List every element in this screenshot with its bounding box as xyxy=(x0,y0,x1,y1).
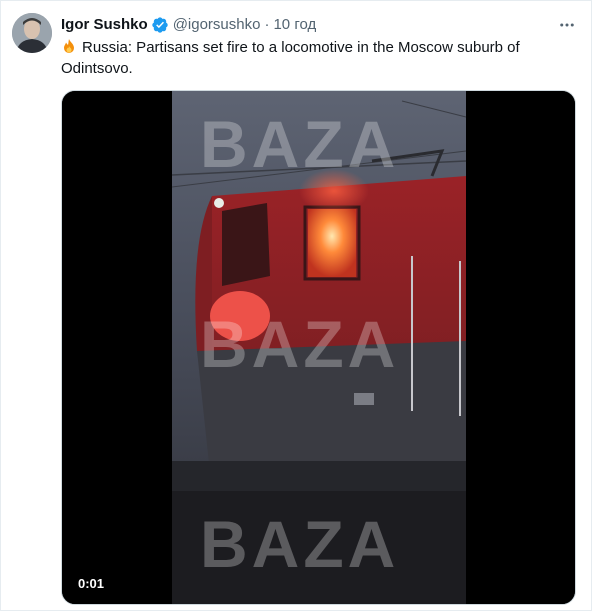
fire-emoji-icon xyxy=(61,38,77,54)
watermark-middle: BAZA xyxy=(200,307,400,381)
author-handle[interactable]: @igorsushko xyxy=(173,15,261,35)
tweet-text: Russia: Partisans set fire to a locomoti… xyxy=(61,37,571,79)
tweet-card: Igor Sushko @igorsushko · 10 год Russia:… xyxy=(0,0,592,611)
more-options-button[interactable] xyxy=(557,15,577,35)
tweet-body-text: Russia: Partisans set fire to a locomoti… xyxy=(61,39,520,77)
author-name[interactable]: Igor Sushko xyxy=(61,15,148,35)
more-options-icon xyxy=(560,23,574,27)
avatar[interactable] xyxy=(12,13,52,53)
tweet-time[interactable]: 10 год xyxy=(273,15,316,35)
video-timestamp: 0:01 xyxy=(72,574,111,594)
watermark-bottom: BAZA xyxy=(200,507,400,581)
separator-dot: · xyxy=(264,16,270,33)
video-player[interactable]: BAZA BAZA BAZA 0:01 xyxy=(61,90,576,605)
verified-badge-icon xyxy=(151,16,169,34)
watermark-top: BAZA xyxy=(200,107,400,181)
tweet-header: Igor Sushko @igorsushko · 10 год xyxy=(61,15,316,35)
